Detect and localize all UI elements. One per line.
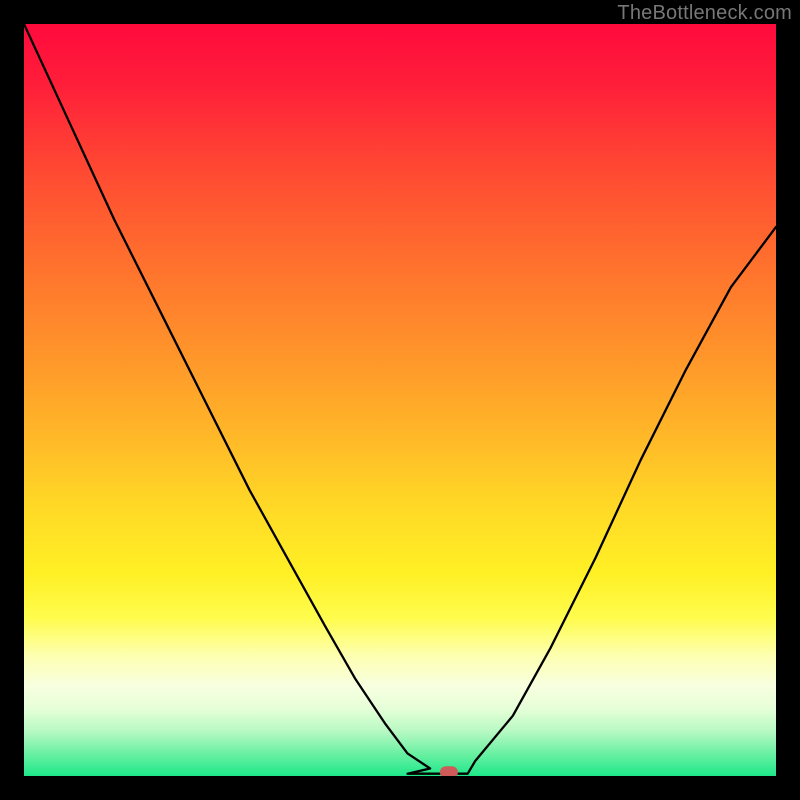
plot-area [24,24,776,776]
chart-container: TheBottleneck.com [0,0,800,800]
bottleneck-curve [24,24,776,774]
bottleneck-plot-svg [24,24,776,776]
watermark-text: TheBottleneck.com [617,2,792,25]
optimum-marker [440,766,458,776]
